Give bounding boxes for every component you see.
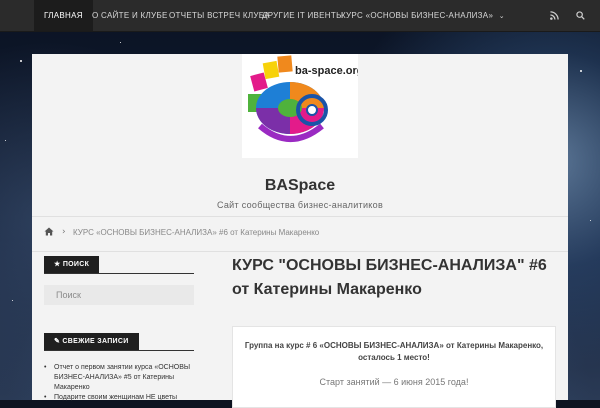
post-start-date: Старт занятий — 6 июня 2015 года! — [319, 377, 469, 387]
nav-item-course[interactable]: КУРС «ОСНОВЫ БИЗНЕС-АНАЛИЗА» ⌄ — [341, 0, 505, 31]
search-icon[interactable] — [576, 0, 585, 31]
nav-item-label: ДРУГИЕ IT ИВЕНТЫ — [262, 11, 344, 20]
breadcrumb-current: КУРС «ОСНОВЫ БИЗНЕС-АНАЛИЗА» #6 от Катер… — [73, 228, 320, 237]
recent-posts-list: Отчет о первом занятии курса «ОСНОВЫ БИЗ… — [44, 363, 204, 403]
post-content: Группа на курс # 6 «ОСНОВЫ БИЗНЕС-АНАЛИЗ… — [232, 326, 556, 408]
nav-item-label: КУРС «ОСНОВЫ БИЗНЕС-АНАЛИЗА» — [341, 11, 494, 20]
search-widget-title: ★ ПОИСК — [44, 256, 100, 274]
nav-item-home[interactable]: ГЛАВНАЯ — [34, 0, 93, 31]
list-item[interactable]: Отчет о первом занятии курса «ОСНОВЫ БИЗ… — [44, 363, 204, 393]
top-navigation: ГЛАВНАЯ О САЙТЕ И КЛУБЕ ОТЧЕТЫ ВСТРЕЧ КЛ… — [0, 0, 600, 32]
recent-posts-title: ✎ СВЕЖИЕ ЗАПИСИ — [44, 333, 139, 351]
nav-item-label: ОТЧЕТЫ ВСТРЕЧ КЛУБА — [169, 11, 270, 20]
nav-item-it-events[interactable]: ДРУГИЕ IT ИВЕНТЫ — [262, 0, 343, 31]
site-description: Сайт сообщества бизнес-аналитиков — [216, 200, 384, 210]
pencil-icon: ✎ — [54, 338, 61, 345]
home-icon[interactable] — [44, 227, 54, 239]
widget-divider — [44, 273, 194, 274]
star-icon: ★ — [54, 261, 61, 268]
post-title: КУРС "ОСНОВЫ БИЗНЕС-АНАЛИЗА" #6 от Катер… — [232, 257, 547, 298]
widget-divider — [44, 350, 194, 351]
nav-item-reports[interactable]: ОТЧЕТЫ ВСТРЕЧ КЛУБА — [169, 0, 270, 31]
post-lead: Группа на курс # 6 «ОСНОВЫ БИЗНЕС-АНАЛИЗ… — [244, 341, 544, 362]
logo-text: ba-space.org — [295, 65, 358, 77]
site-logo[interactable]: ba-space.org — [242, 54, 363, 158]
site-title[interactable]: BASpace — [32, 177, 568, 195]
nav-item-about[interactable]: О САЙТЕ И КЛУБЕ — [92, 0, 168, 31]
chevron-right-icon: › — [62, 227, 66, 237]
chevron-down-icon: ⌄ — [498, 13, 505, 20]
breadcrumb: › КУРС «ОСНОВЫ БИЗНЕС-АНАЛИЗА» #6 от Кат… — [32, 216, 568, 252]
main-panel: ba-space.org BASpace Сайт сообщества биз… — [32, 54, 568, 408]
list-item[interactable]: Подарите своим женщинам НЕ цветы — [44, 393, 204, 403]
nav-item-label: ГЛАВНАЯ — [44, 11, 83, 20]
search-input[interactable] — [44, 285, 194, 305]
rss-icon[interactable] — [550, 0, 559, 31]
nav-item-label: О САЙТЕ И КЛУБЕ — [92, 11, 168, 20]
